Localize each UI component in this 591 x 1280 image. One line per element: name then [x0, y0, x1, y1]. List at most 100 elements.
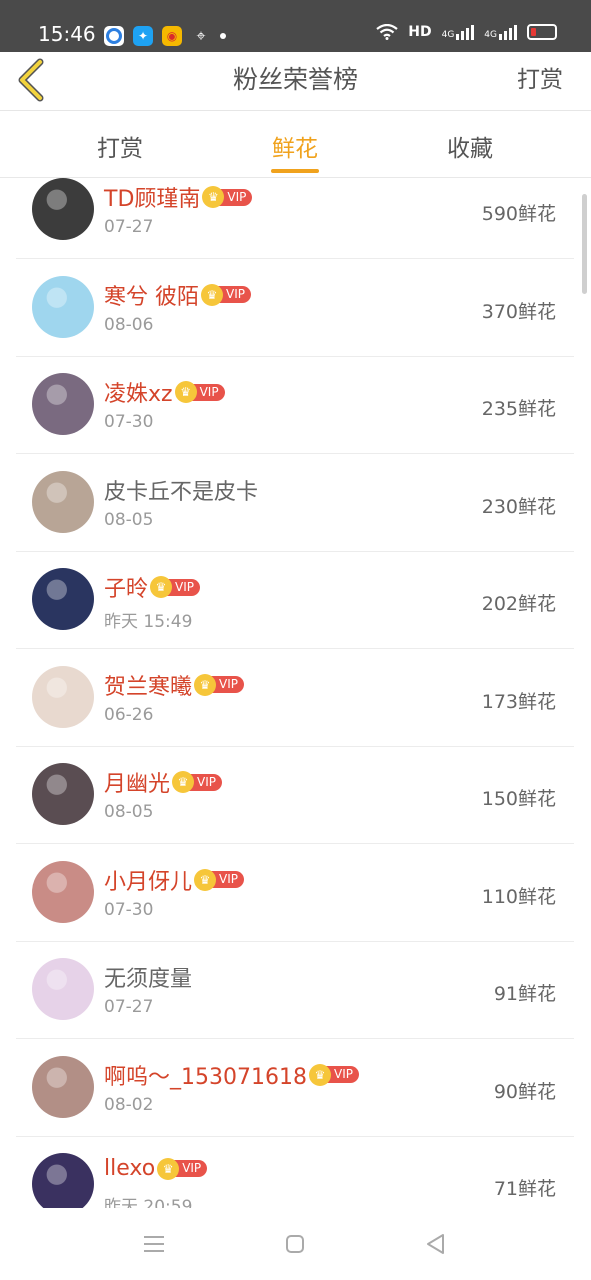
gift-date: 08-05 [104, 509, 154, 530]
signal-icon-1: 4G [442, 24, 475, 40]
avatar[interactable] [32, 665, 94, 728]
user-name[interactable]: TD顾瑾南 ♛ VIP [104, 181, 253, 213]
ranking-row[interactable]: 小月伢儿 ♛ VIP 07-30 110鲜花 [16, 844, 574, 942]
avatar[interactable] [32, 275, 94, 338]
crown-icon: ♛ [172, 771, 195, 793]
flower-amount: 71鲜花 [493, 1178, 556, 1200]
crown-icon: ♛ [157, 1157, 180, 1180]
tab-favorites[interactable]: 收藏 [410, 129, 530, 163]
user-name[interactable]: 子昤 ♛ VIP [104, 571, 200, 603]
location-icon: ⌖ [196, 26, 206, 45]
back-nav-button[interactable] [421, 1230, 449, 1258]
vip-badge: ♛ VIP [157, 1157, 208, 1180]
ranking-row[interactable]: 贺兰寒曦 ♛ VIP 06-26 173鲜花 [16, 649, 574, 747]
user-name[interactable]: 皮卡丘不是皮卡 [104, 474, 258, 506]
avatar[interactable] [32, 568, 94, 630]
active-tab-indicator [271, 169, 319, 173]
flower-amount: 90鲜花 [493, 1080, 556, 1103]
vip-badge: ♛ VIP [202, 186, 253, 208]
gift-date: 08-06 [104, 314, 154, 335]
gift-date: 07-30 [104, 899, 154, 920]
flower-amount: 150鲜花 [481, 788, 556, 810]
user-name[interactable]: llexo ♛ VIP [104, 1156, 208, 1181]
home-square-icon [286, 1235, 304, 1253]
wifi-icon [376, 24, 398, 40]
user-name[interactable]: 啊呜～_153071618 ♛ VIP [104, 1059, 359, 1091]
user-name-text: 贺兰寒曦 [104, 674, 193, 700]
ranking-row[interactable]: 凌姝xz ♛ VIP 07-30 235鲜花 [16, 356, 574, 454]
user-name-text: 小月伢儿 [104, 869, 193, 895]
home-nav-button[interactable] [281, 1230, 309, 1258]
scrollbar[interactable] [582, 194, 587, 294]
ranking-row[interactable]: 寒兮 彼陌 ♛ VIP 08-06 370鲜花 [16, 259, 574, 357]
user-name-text: 凌姝xz [104, 382, 173, 407]
ranking-row[interactable]: 皮卡丘不是皮卡 08-05 230鲜花 [16, 454, 574, 552]
flower-amount: 235鲜花 [481, 398, 556, 420]
user-name[interactable]: 小月伢儿 ♛ VIP [104, 864, 244, 896]
user-name-text: 无须度量 [104, 967, 193, 992]
ranking-row[interactable]: 无须度量 07-27 91鲜花 [16, 941, 574, 1039]
ranking-row[interactable]: 啊呜～_153071618 ♛ VIP 08-02 90鲜花 [16, 1039, 574, 1137]
ranking-row[interactable]: TD顾瑾南 ♛ VIP 07-27 590鲜花 [16, 178, 574, 259]
status-indicators: HD 4G 4G [376, 24, 557, 40]
user-name[interactable]: 月幽光 ♛ VIP [104, 766, 222, 798]
system-nav-bar [0, 1208, 591, 1280]
menu-nav-button[interactable] [140, 1230, 168, 1258]
vip-badge: ♛ VIP [194, 868, 244, 891]
avatar[interactable] [32, 178, 94, 240]
flower-amount: 590鲜花 [481, 203, 556, 225]
gift-date: 07-27 [104, 997, 154, 1017]
vip-badge: ♛ VIP [172, 771, 222, 793]
ranking-row[interactable]: 子昤 ♛ VIP 昨天 15:49 202鲜花 [16, 551, 574, 649]
weibo-icon: ◉ [162, 26, 182, 46]
ranking-row[interactable]: 月幽光 ♛ VIP 08-05 150鲜花 [16, 746, 574, 844]
user-name[interactable]: 凌姝xz ♛ VIP [104, 376, 225, 408]
user-name-text: 啊呜～_153071618 [104, 1064, 307, 1090]
gift-date: 08-05 [104, 802, 154, 822]
avatar[interactable] [32, 373, 94, 435]
app-notification-icon [104, 26, 124, 46]
flower-amount: 202鲜花 [481, 593, 556, 615]
crown-icon: ♛ [308, 1063, 331, 1086]
hd-indicator: HD [408, 24, 432, 40]
tab-bar: 打赏 鲜花 收藏 [0, 111, 591, 178]
avatar[interactable] [32, 958, 94, 1020]
flower-amount: 173鲜花 [481, 690, 556, 713]
user-name[interactable]: 寒兮 彼陌 ♛ VIP [104, 279, 251, 311]
avatar[interactable] [32, 1153, 94, 1208]
gift-date: 昨天 20:59 [104, 1197, 193, 1208]
user-name-text: TD顾瑾南 [104, 187, 201, 212]
avatar[interactable] [32, 1055, 94, 1118]
crown-icon: ♛ [174, 381, 197, 403]
user-name[interactable]: 贺兰寒曦 ♛ VIP [104, 669, 244, 701]
gift-date: 07-27 [104, 217, 154, 237]
user-name-text: 寒兮 彼陌 [104, 284, 199, 310]
crown-icon: ♛ [201, 283, 223, 306]
vip-label: VIP [219, 188, 253, 206]
vip-badge: ♛ VIP [174, 381, 225, 403]
back-triangle-icon [427, 1234, 444, 1254]
avatar[interactable] [32, 470, 94, 533]
flower-amount: 91鲜花 [493, 983, 556, 1005]
status-time: 15:46 [38, 22, 96, 46]
crown-icon: ♛ [150, 576, 173, 598]
user-name[interactable]: 无须度量 [104, 961, 192, 993]
vip-label: VIP [174, 1160, 208, 1177]
crown-icon: ♛ [194, 673, 217, 696]
crown-icon: ♛ [194, 868, 217, 891]
ranking-list[interactable]: TD顾瑾南 ♛ VIP 07-27 590鲜花 寒兮 彼陌 ♛ VIP 08-06 370鲜花 凌姝… [0, 178, 591, 1208]
avatar[interactable] [32, 860, 94, 923]
tab-reward[interactable]: 打赏 [60, 129, 180, 163]
vip-badge: ♛ VIP [194, 673, 244, 696]
flower-amount: 230鲜花 [481, 495, 556, 518]
notification-icons: ✦ ◉ ⌖ [104, 24, 226, 48]
gift-date: 06-26 [104, 704, 154, 725]
tab-flowers[interactable]: 鲜花 [235, 129, 355, 163]
reward-action-button[interactable]: 打赏 [517, 60, 563, 94]
user-name-text: 子昤 [104, 577, 149, 602]
top-bar: 粉丝荣誉榜 打赏 [0, 52, 591, 111]
avatar[interactable] [32, 763, 94, 825]
menu-icon [144, 1236, 164, 1252]
ranking-row[interactable]: llexo ♛ VIP 昨天 20:59 71鲜花 [16, 1136, 574, 1208]
gift-date: 07-30 [104, 412, 154, 432]
